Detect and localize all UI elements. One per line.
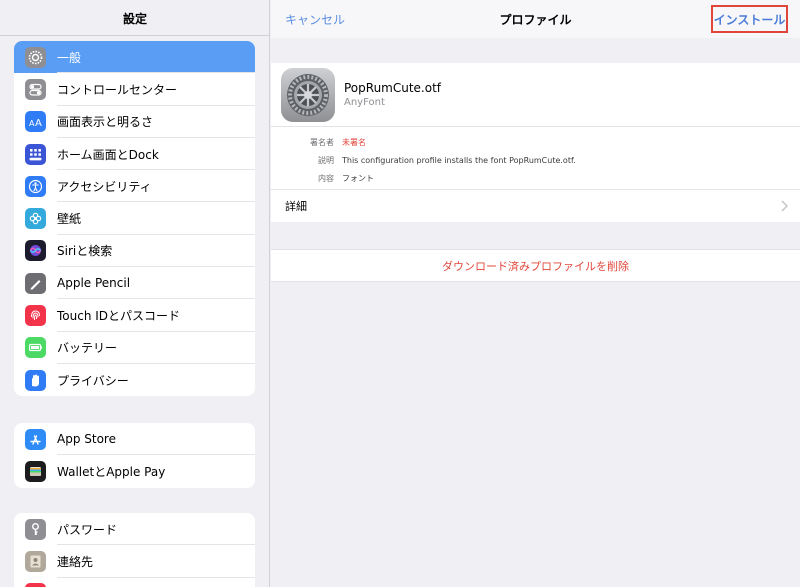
gear-icon <box>25 46 46 68</box>
calendar-icon <box>25 583 46 587</box>
sidebar-item-label: Apple Pencil <box>57 276 131 291</box>
signer-row: 署名者 未署名 <box>271 135 366 149</box>
key-icon <box>25 518 46 540</box>
sidebar-item-label: アクセシビリティ <box>57 179 152 194</box>
siri-icon <box>25 240 46 262</box>
sidebar-item-text-size[interactable]: A A 画面表示と明るさ <box>14 106 255 138</box>
sidebar-item-hand[interactable]: プライバシー <box>14 364 255 396</box>
sidebar-item-flower[interactable]: 壁紙 <box>14 202 255 235</box>
description-key: 説明 <box>318 155 334 165</box>
sidebar-item-wallet[interactable]: WalletとApple Pay <box>14 455 255 487</box>
chevron-right-icon <box>781 200 788 212</box>
contacts-icon <box>25 550 46 572</box>
profile-card: PopRumCute.otf AnyFont 署名者 未署名 説明 This c… <box>271 63 800 222</box>
wallet-icon <box>25 460 46 482</box>
signer-value: 未署名 <box>342 137 366 147</box>
sidebar-item-home-grid[interactable]: ホーム画面とDock <box>14 138 255 171</box>
sidebar-item-app-store[interactable]: App Store <box>14 423 255 456</box>
sidebar-item-label: ホーム画面とDock <box>57 147 159 162</box>
sidebar-item-toggles[interactable]: コントロールセンター <box>14 73 255 106</box>
profile-name: PopRumCute.otf <box>344 81 442 95</box>
profile-pane: キャンセル プロファイル インストール PopRumCute.otf AnyFo… <box>271 0 800 587</box>
sidebar-item-label: パスワード <box>57 522 118 537</box>
delete-profile-label: ダウンロード済みプロファイルを削除 <box>442 259 629 273</box>
profile-header: PopRumCute.otf AnyFont <box>271 63 800 127</box>
sidebar-item-label: 画面表示と明るさ <box>57 115 154 130</box>
sidebar-item-calendar[interactable] <box>14 578 255 587</box>
app-store-icon <box>25 428 46 450</box>
sidebar-item-label: コントロールセンター <box>57 82 178 97</box>
sidebar-item-label: プライバシー <box>57 373 129 388</box>
profile-metadata: 署名者 未署名 説明 This configuration profile in… <box>271 127 800 190</box>
settings-group-accounts: パスワード 連絡先 <box>14 513 255 587</box>
sidebar-item-label: WalletとApple Pay <box>57 464 166 479</box>
sidebar-item-label: バッテリー <box>57 341 118 356</box>
sidebar-item-battery[interactable]: バッテリー <box>14 332 255 364</box>
details-row[interactable]: 詳細 <box>271 190 800 222</box>
description-row: 説明 This configuration profile installs t… <box>271 153 576 167</box>
contents-row: 内容 フォント <box>271 171 374 185</box>
fingerprint-icon <box>25 305 46 327</box>
settings-gear-icon <box>281 68 335 122</box>
contents-value: フォント <box>342 173 374 183</box>
settings-group-main: 一般コントロールセンター A A 画面表示と明るさ ホーム画面とDock アクセシビリティ… <box>14 41 255 397</box>
sidebar-divider <box>0 35 269 36</box>
sidebar-item-label: 一般 <box>57 50 82 65</box>
hand-icon <box>25 369 46 391</box>
svg-text:A: A <box>35 118 42 129</box>
sidebar-item-key[interactable]: パスワード <box>14 513 255 546</box>
install-button-label: インストール <box>713 12 786 27</box>
sidebar-item-pencil[interactable]: Apple Pencil <box>14 267 255 300</box>
sidebar-item-label: Touch IDとパスコード <box>57 309 181 324</box>
accessibility-icon <box>25 175 46 197</box>
description-value: This configuration profile installs the … <box>342 155 576 165</box>
profile-subtitle: AnyFont <box>344 97 385 108</box>
sidebar-item-siri[interactable]: Siriと検索 <box>14 235 255 268</box>
details-label: 詳細 <box>285 200 307 213</box>
navigation-bar: キャンセル プロファイル インストール <box>271 0 800 38</box>
battery-icon <box>25 337 46 359</box>
contents-key: 内容 <box>318 173 334 183</box>
pencil-icon <box>25 272 46 294</box>
settings-group-store: App Store WalletとApple Pay <box>14 423 255 488</box>
sidebar-item-contacts[interactable]: 連絡先 <box>14 545 255 578</box>
delete-profile-button[interactable]: ダウンロード済みプロファイルを削除 <box>271 249 800 282</box>
sidebar-item-label: 連絡先 <box>57 554 94 569</box>
toggles-icon <box>25 78 46 100</box>
sidebar-item-label: App Store <box>57 432 116 447</box>
sidebar-item-label: Siriと検索 <box>57 244 113 259</box>
sidebar-item-gear[interactable]: 一般 <box>14 41 255 74</box>
settings-sidebar: 設定 一般コントロールセンター A A 画面表示と明るさ ホーム画面とDock アクセシビ… <box>0 0 270 587</box>
sidebar-title: 設定 <box>122 12 147 26</box>
sidebar-item-label: 壁紙 <box>57 212 82 227</box>
install-button[interactable]: インストール <box>711 5 788 33</box>
home-grid-icon <box>25 143 46 165</box>
sidebar-item-fingerprint[interactable]: Touch IDとパスコード <box>14 299 255 332</box>
text-size-icon: AA <box>25 111 46 133</box>
flower-icon <box>25 208 46 230</box>
sidebar-item-accessibility[interactable]: アクセシビリティ <box>14 170 255 203</box>
signer-key: 署名者 <box>310 137 334 147</box>
